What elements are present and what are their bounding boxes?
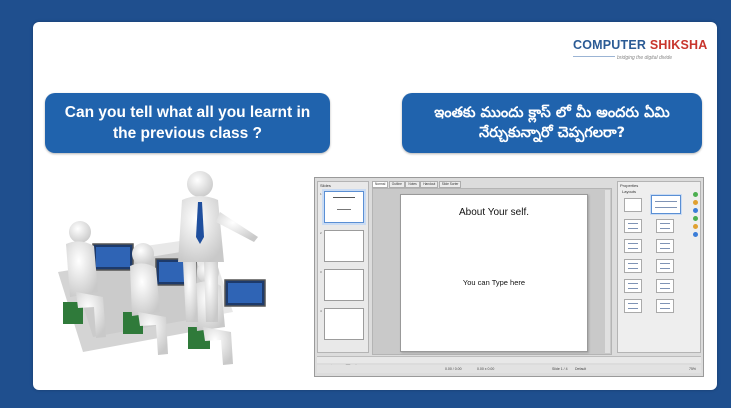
status-zoom[interactable]: 75%	[689, 365, 696, 373]
slide-thumbnail[interactable]: 4	[320, 308, 364, 340]
logo-title: COMPUTER SHIKSHA	[573, 38, 707, 52]
status-slide: Slide 1 / 4	[552, 367, 568, 371]
logo-underline	[573, 56, 615, 57]
tab-normal[interactable]: Normal	[372, 181, 389, 188]
logo-part1: COMPUTER	[573, 38, 647, 52]
layout-option[interactable]	[624, 239, 642, 253]
view-tabs: Normal Outline Notes Handout Slide Sorte…	[372, 181, 462, 188]
layout-option[interactable]	[624, 198, 642, 212]
computer-shiksha-logo: COMPUTER SHIKSHA bridging the digital di…	[573, 38, 707, 68]
tab-outline[interactable]: Outline	[388, 181, 405, 188]
slide-canvas: COMPUTER SHIKSHA bridging the digital di…	[33, 22, 717, 390]
logo-part2: SHIKSHA	[649, 38, 708, 52]
slide-thumbnail[interactable]: 1	[320, 191, 364, 223]
slides-pane-title: Slides	[320, 183, 331, 188]
thumb-number: 1	[320, 192, 322, 196]
layout-option[interactable]	[656, 279, 674, 293]
slide-body-text[interactable]: You can Type here	[401, 278, 587, 287]
layout-option-selected[interactable]	[651, 195, 681, 214]
layout-option[interactable]	[656, 299, 674, 313]
animation-icon[interactable]	[693, 224, 698, 229]
tab-notes[interactable]: Notes	[405, 181, 420, 188]
english-question-callout: Can you tell what all you learnt in the …	[45, 93, 330, 153]
layout-option[interactable]	[656, 239, 674, 253]
status-master: Default	[575, 367, 587, 371]
layout-option[interactable]	[624, 299, 642, 313]
properties-pane: Properties Layouts	[617, 181, 701, 353]
slide-title-text[interactable]: About Your self.	[401, 207, 587, 218]
tab-slide-sorter[interactable]: Slide Sorter	[438, 181, 462, 188]
status-size: 0.00 x 0.00	[477, 367, 495, 371]
layout-option[interactable]	[656, 219, 674, 233]
slides-pane: Slides 1 2 3 4	[317, 181, 369, 353]
status-bar: 0.00 / 0.00 0.00 x 0.00 Slide 1 / 4 Defa…	[317, 365, 701, 373]
thumb-number: 4	[320, 309, 322, 313]
properties-icon[interactable]	[693, 192, 698, 197]
slide-transition-icon[interactable]	[693, 216, 698, 221]
slide-thumbnail[interactable]: 2	[320, 230, 364, 262]
classroom-illustration	[58, 171, 266, 365]
layout-option[interactable]	[624, 219, 642, 233]
thumb-number: 3	[320, 270, 322, 274]
drawing-toolbar: T	[317, 356, 701, 370]
layout-option[interactable]	[656, 259, 674, 273]
telugu-question-callout: ఇంతకు ముందు క్లాస్ లో మీ అందరు ఏమి నేర్చ…	[402, 93, 702, 153]
status-position: 0.00 / 0.00	[445, 367, 462, 371]
layout-option[interactable]	[624, 259, 642, 273]
slide-editor: About Your self. You can Type here	[372, 188, 612, 355]
properties-title: Properties	[620, 183, 639, 188]
tab-handout[interactable]: Handout	[420, 181, 439, 188]
thumb-number: 2	[320, 231, 322, 235]
thumb-title-line	[333, 197, 355, 198]
gallery-icon[interactable]	[693, 200, 698, 205]
editor-scrollbar[interactable]	[605, 190, 610, 353]
master-slides-icon[interactable]	[693, 232, 698, 237]
layout-option[interactable]	[624, 279, 642, 293]
slide-thumbnail[interactable]: 3	[320, 269, 364, 301]
sidebar-buttons	[693, 192, 699, 240]
slide-page[interactable]: About Your self. You can Type here	[400, 194, 588, 352]
thumb-body-line	[337, 209, 351, 210]
layouts-label: Layouts	[622, 189, 637, 194]
navigator-icon[interactable]	[693, 208, 698, 213]
logo-tagline: bridging the digital divide	[617, 55, 673, 61]
impress-screenshot: Slides 1 2 3 4 Normal Outline Notes Hand…	[314, 177, 704, 377]
